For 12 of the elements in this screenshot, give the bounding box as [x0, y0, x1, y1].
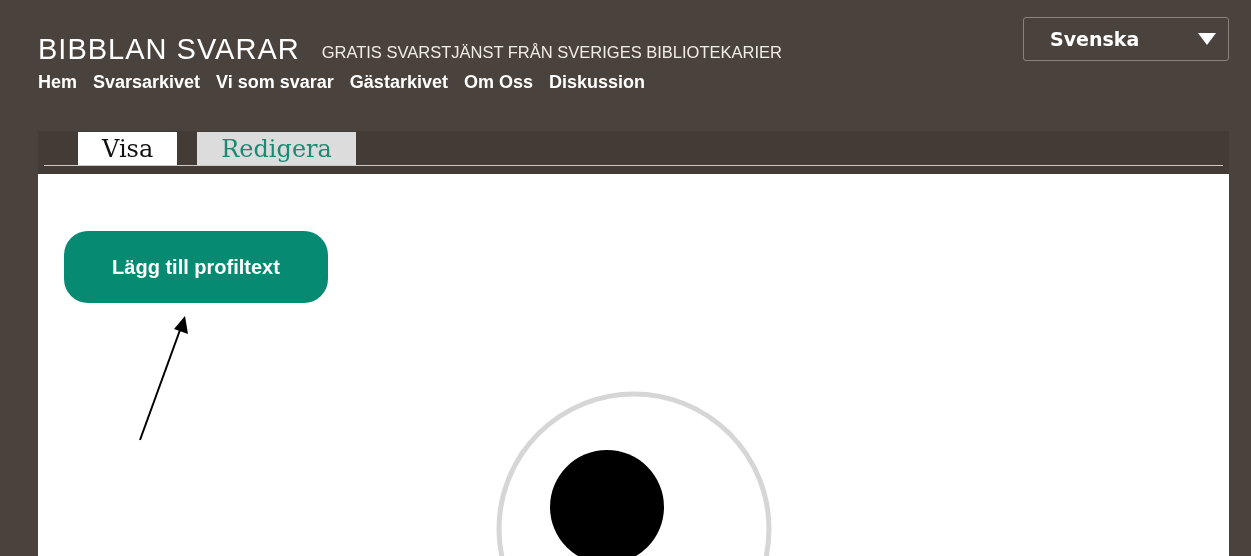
nav-link[interactable]: Om Oss: [463, 72, 533, 93]
site-logo[interactable]: BIBBLAN SVARAR: [38, 32, 300, 66]
nav-link[interactable]: Vi som svarar: [216, 72, 334, 93]
nav-link[interactable]: Diskussion: [548, 72, 645, 93]
add-profile-text-button[interactable]: Lägg till profiltext: [64, 231, 328, 303]
nav-link[interactable]: Hem: [38, 72, 77, 93]
nav-link[interactable]: Svarsarkivet: [93, 72, 201, 93]
nav-link[interactable]: Gästarkivet: [349, 72, 448, 93]
tagline: GRATIS SVARSTJÄNST FRÅN SVERIGES BIBLIOTEKARIER: [321, 42, 782, 62]
caret-icon: [1198, 33, 1216, 45]
tab[interactable]: Visa: [78, 132, 178, 165]
language-select[interactable]: Svenska: [1023, 17, 1229, 61]
